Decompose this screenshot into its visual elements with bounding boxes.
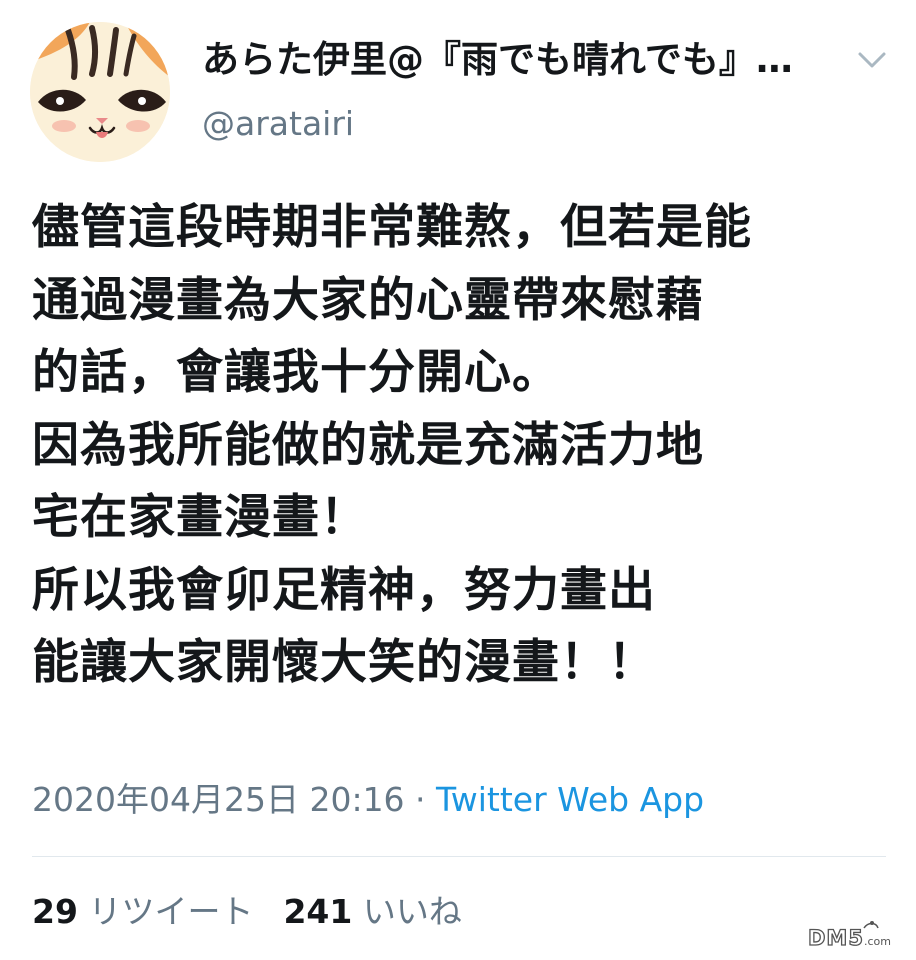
tweet-meta: 2020年04月25日 20:16 · Twitter Web App	[32, 778, 704, 822]
meta-separator: ·	[404, 780, 437, 819]
tweet-body: 儘管這段時期非常難熬，但若是能 通過漫畫為大家的心靈帶來慰藉 的話，會讓我十分開…	[32, 200, 752, 690]
tweet-source-link[interactable]: Twitter Web App	[436, 780, 704, 819]
tweet-card: あらた伊里@『雨でも晴れでも』… @aratairi 儘管這段時期非常難熬，但若…	[0, 0, 916, 960]
svg-text:DM5: DM5	[808, 926, 864, 950]
user-handle[interactable]: @aratairi	[202, 102, 354, 146]
retweet-stat[interactable]: 29 リツイート	[32, 892, 253, 931]
retweet-count: 29	[32, 892, 78, 931]
display-name[interactable]: あらた伊里@『雨でも晴れでも』…	[202, 36, 802, 84]
cat-face-icon	[30, 22, 170, 162]
chevron-down-icon[interactable]	[852, 42, 892, 78]
tweet-stats: 29 リツイート 241 いいね	[32, 890, 462, 934]
like-label: いいね	[362, 892, 462, 931]
like-stat[interactable]: 241 いいね	[283, 892, 461, 931]
retweet-label: リツイート	[88, 892, 254, 931]
tweet-timestamp[interactable]: 2020年04月25日 20:16	[32, 780, 405, 819]
dm5-watermark-logo: DM5 .com	[806, 918, 904, 952]
divider	[32, 856, 886, 857]
avatar[interactable]	[30, 22, 170, 162]
like-count: 241	[283, 892, 353, 931]
svg-text:.com: .com	[864, 935, 891, 948]
